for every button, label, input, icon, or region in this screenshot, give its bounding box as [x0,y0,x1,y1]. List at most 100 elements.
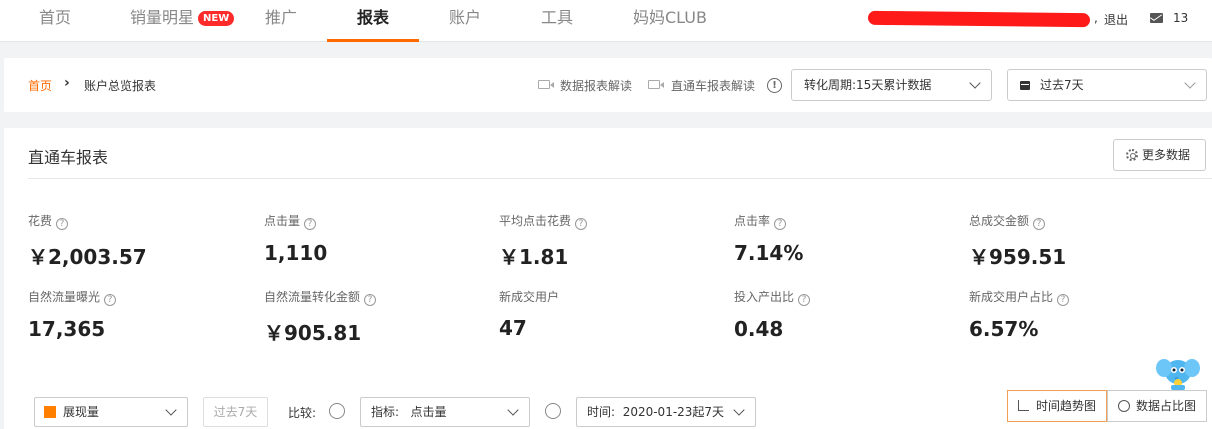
logout-link[interactable]: 退出 [1104,11,1128,28]
button-label: 时间趋势图 [1036,399,1097,413]
metric-value: ￥959.51 [969,245,1067,269]
nav-label: 推广 [265,8,298,27]
select-value: 转化周期:15天累计数据 [804,78,932,92]
divider [28,178,1212,179]
nav-item-sales-star[interactable]: 销量明星 NEW [130,0,235,42]
metric-organic-impressions: 自然流量曝光? 17,365 [28,288,117,341]
gear-icon [1126,149,1138,161]
metric-value: 47 [499,316,527,340]
metric-label: 点击量 [264,214,301,228]
help-icon[interactable]: ? [56,218,69,230]
select-value: 点击量 [410,405,447,419]
breadcrumb-current: 账户总览报表 [84,79,157,93]
chevron-down-icon [507,404,519,416]
metric-value: ￥1.81 [499,245,569,269]
time-select[interactable]: 时间: 2020-01-23起7天 [576,397,756,427]
metric-value: 1,110 [264,241,328,265]
video-icon [538,80,554,89]
comma-separator: , [1094,11,1098,25]
nav-label: 账户 [449,8,482,27]
help-icon[interactable]: ? [798,294,811,306]
trend-view-button[interactable]: 时间趋势图 [1007,390,1107,422]
metric-select[interactable]: 展现量 [34,397,188,427]
help-icon[interactable]: ? [364,294,377,306]
metric-value: 0.48 [734,317,784,341]
help-icon[interactable]: ? [575,218,588,230]
elephant-mascot-icon[interactable] [1155,350,1201,392]
breadcrumb-bar: 首页 › 账户总览报表 数据报表解读 直通车报表解读 ! 转化周期:15天累计数… [4,58,1212,112]
button-label: 更多数据 [1142,148,1191,162]
metric-value: 17,365 [28,317,106,341]
ztc-report-panel: 直通车报表 更多数据 花费? ￥2,003.57 点击量? 1,110 平均点击… [4,128,1212,429]
nav-label: 工具 [541,8,574,27]
metric-label: 新成交用户 [499,290,560,304]
metric-value: ￥2,003.57 [28,245,147,269]
nav-item-account[interactable]: 账户 [449,0,481,42]
pie-chart-icon [1118,400,1130,412]
metric-label: 平均点击花费 [499,214,572,228]
select-value: 展现量 [63,405,100,419]
chevron-down-icon [969,77,981,89]
help-icon[interactable]: ? [304,218,317,230]
select-label: 指标: [371,405,400,419]
mail-icon[interactable] [1150,13,1163,23]
help-icon[interactable]: ? [774,218,787,230]
info-icon[interactable]: ! [767,78,782,93]
metric-label: 花费 [28,214,53,228]
panel-title: 直通车报表 [28,148,109,167]
nav-item-tools[interactable]: 工具 [541,0,573,42]
active-tab-indicator [327,39,419,42]
nav-label: 报表 [357,8,390,27]
metric-new-customers: 新成交用户 47 [499,288,559,340]
nav-item-promotion[interactable]: 推广 [265,0,297,42]
redacted-username [867,10,1091,28]
metric-avg-cpc: 平均点击花费? ￥1.81 [499,212,588,270]
time-compare-radio[interactable] [545,403,561,419]
chevron-down-icon [1184,77,1196,89]
data-report-guide-link[interactable]: 数据报表解读 [560,77,632,94]
conversion-period-select[interactable]: 转化周期:15天累计数据 [791,69,992,101]
help-icon[interactable]: ? [104,294,117,306]
metric-value: 6.57% [969,317,1039,341]
select-label: 时间: [587,405,616,419]
more-data-button[interactable]: 更多数据 [1113,139,1206,171]
nav-item-mama-club[interactable]: 妈妈CLUB [633,0,707,42]
compare-radio[interactable] [329,403,345,419]
past-7-days-button[interactable]: 过去7天 [203,397,268,427]
series-color-swatch [44,406,56,418]
select-value: 过去7天 [1040,78,1084,92]
breadcrumb-home[interactable]: 首页 [28,77,52,94]
select-value: 2020-01-23起7天 [622,405,725,419]
ztc-report-guide-link[interactable]: 直通车报表解读 [671,77,755,94]
metric-label: 总成交金额 [969,214,1030,228]
calendar-icon [1020,81,1030,90]
nav-item-home[interactable]: 首页 [39,0,71,42]
chevron-down-icon [165,404,177,416]
metric-value: 7.14% [734,241,804,265]
chevron-right-icon: › [64,75,70,91]
share-view-button[interactable]: 数据占比图 [1107,390,1207,422]
metric-label: 新成交用户占比 [969,290,1054,304]
compare-label: 比较: [288,406,317,420]
chevron-down-icon [733,404,745,416]
metric-cost: 花费? ￥2,003.57 [28,212,147,270]
metric-label: 点击率 [734,214,771,228]
metric-clicks: 点击量? 1,110 [264,212,327,265]
metric-ctr: 点击率? 7.14% [734,212,803,265]
button-label: 数据占比图 [1136,399,1197,413]
nav-label: 销量明星 [130,8,195,27]
help-icon[interactable]: ? [1057,294,1070,306]
help-icon[interactable]: ? [1033,218,1046,230]
metric-value: ￥905.81 [264,321,362,345]
metric-label: 投入产出比 [734,290,795,304]
nav-item-reports[interactable]: 报表 [357,0,389,42]
metric-label: 自然流量曝光 [28,290,101,304]
metric-roi: 投入产出比? 0.48 [734,288,811,341]
nav-label: 妈妈CLUB [633,8,707,27]
metric-label: 自然流量转化金额 [264,290,361,304]
metric-organic-conversion-amount: 自然流量转化金额? ￥905.81 [264,288,377,346]
indicator-select[interactable]: 指标: 点击量 [360,397,530,427]
line-chart-icon [1018,400,1029,411]
date-range-select[interactable]: 过去7天 [1007,69,1207,101]
video-icon [648,80,664,89]
